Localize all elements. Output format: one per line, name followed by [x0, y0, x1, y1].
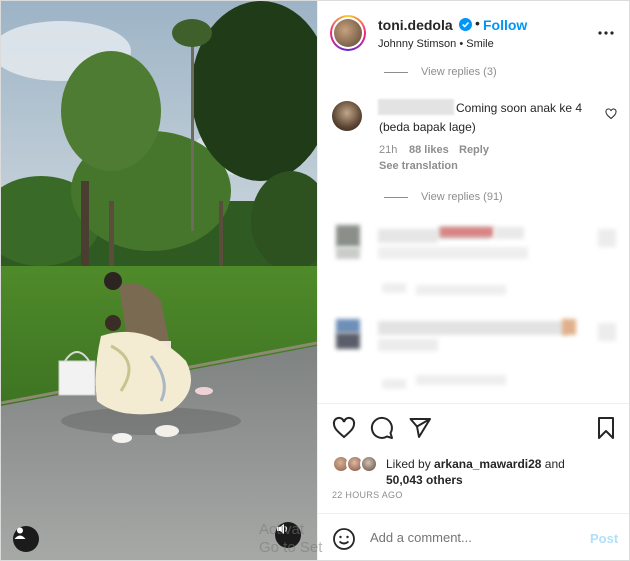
post-photo	[1, 1, 317, 560]
watermark-line2: Go to Set	[259, 539, 323, 556]
comment-text-line1: Coming soon anak ke 4	[456, 101, 583, 115]
commenter-username-blurred	[378, 99, 454, 115]
audio-track-link[interactable]: Johnny Stimson • Smile	[378, 38, 494, 50]
post-header: toni.dedola • Follow Johnny Stimson • Sm…	[318, 1, 629, 63]
comment-icon[interactable]	[370, 416, 394, 440]
author-username[interactable]: toni.dedola	[378, 17, 453, 33]
liked-by-text: Liked by arkana_mawardi28 and 50,043 oth…	[386, 456, 626, 488]
add-comment-bar: Post	[318, 513, 629, 560]
user-tag-icon	[14, 527, 26, 539]
comment-time: 21h	[379, 144, 398, 156]
liker-avatar[interactable]	[360, 455, 378, 473]
post-media[interactable]	[1, 1, 317, 560]
commenter-avatar[interactable]	[332, 101, 362, 131]
view-replies-top[interactable]: View replies (3)	[421, 66, 497, 78]
see-translation-link[interactable]: See translation	[379, 160, 458, 172]
windows-activation-watermark: Activat Go to Set	[259, 521, 322, 557]
share-icon[interactable]	[408, 416, 432, 440]
follow-button[interactable]: Follow	[483, 17, 527, 33]
add-comment-input[interactable]	[370, 530, 550, 545]
likes-summary: Liked by arkana_mawardi28 and 50,043 oth…	[318, 453, 629, 493]
view-replies-comment[interactable]: View replies (91)	[421, 191, 503, 203]
verified-icon	[459, 18, 472, 31]
watermark-line1: Activat	[259, 521, 305, 538]
bookmark-icon[interactable]	[594, 416, 618, 440]
heart-icon[interactable]	[332, 416, 356, 440]
post-details-panel: toni.dedola • Follow Johnny Stimson • Sm…	[317, 1, 629, 560]
instagram-post-window: toni.dedola • Follow Johnny Stimson • Sm…	[0, 0, 630, 561]
liked-by-prefix: Liked by	[386, 457, 431, 471]
comment-likes[interactable]: 88 likes	[409, 144, 449, 156]
author-avatar[interactable]	[330, 15, 366, 51]
post-actions-bar	[318, 403, 629, 449]
user-tags-button[interactable]	[13, 526, 39, 552]
view-replies-line	[384, 72, 408, 73]
header-separator: •	[475, 15, 480, 31]
post-comment-button[interactable]: Post	[590, 531, 618, 546]
post-timestamp[interactable]: 22 HOURS AGO	[332, 490, 403, 500]
more-options-icon[interactable]	[596, 23, 616, 43]
comment-like-icon[interactable]	[605, 108, 617, 120]
liked-by-and: and	[544, 457, 565, 471]
liked-by-user-link[interactable]: arkana_mawardi28	[434, 457, 541, 471]
emoji-icon[interactable]	[332, 527, 356, 551]
comment-text-line2: (beda bapak lage)	[379, 120, 476, 134]
comment-reply-button[interactable]: Reply	[459, 144, 489, 156]
comments-list[interactable]: View replies (3) Coming soon anak ke 4 (…	[318, 63, 629, 403]
likes-count-link[interactable]: 50,043 others	[386, 473, 463, 487]
view-replies-line	[384, 197, 408, 198]
